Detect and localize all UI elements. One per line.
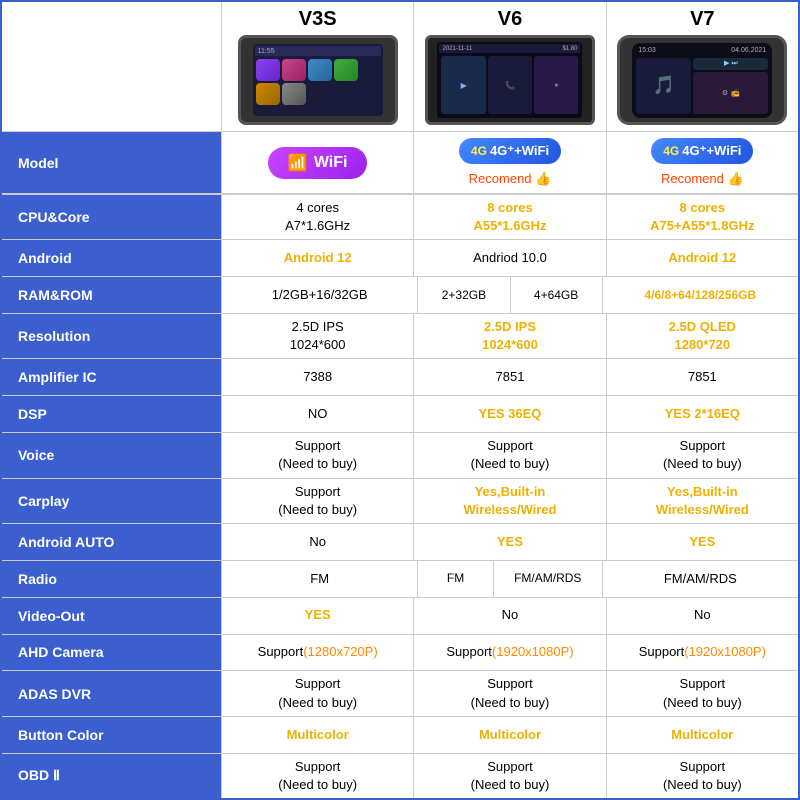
cell-amp-v6: 7851 [414, 359, 606, 395]
cell-radio-v7: FM/AM/RDS [603, 561, 798, 597]
cell-color-v7: Multicolor [607, 717, 798, 753]
cell-radio-v6: FM FM/AM/RDS [418, 561, 602, 597]
row-obd: OBD Ⅱ Support(Need to buy) Support(Need … [2, 754, 798, 798]
label-video-out: Video-Out [2, 598, 222, 634]
label-obd: OBD Ⅱ [2, 754, 222, 798]
cell-color-v6: Multicolor [414, 717, 606, 753]
wifi-icon: 📶 [288, 153, 308, 173]
cell-android-v3s: Android 12 [222, 240, 414, 276]
cell-obd-v7: Support(Need to buy) [607, 754, 798, 798]
4gwifi-badge-v6: 4G4G⁺+WiFi [459, 138, 561, 164]
cell-res-v7: 2.5D QLED1280*720 [607, 314, 798, 358]
cell-ahd-v7: Support(1920x1080P) [607, 635, 798, 671]
cell-radio-v3s: FM [222, 561, 418, 597]
cell-res-v3s: 2.5D IPS1024*600 [222, 314, 414, 358]
cell-auto-v7: YES [607, 524, 798, 560]
row-ahd: AHD Camera Support(1280x720P) Support(19… [2, 635, 798, 672]
cell-video-v3s: YES [222, 598, 414, 634]
model-cell-v6: 4G4G⁺+WiFi Recomend 👍 [414, 132, 606, 193]
label-ahd: AHD Camera [2, 635, 222, 671]
row-ram: RAM&ROM 1/2GB+16/32GB 2+32GB 4+64GB 4/6/… [2, 277, 798, 314]
cell-adas-v6: Support(Need to buy) [414, 671, 606, 715]
cell-cpu-v6: 8 coresA55*1.6GHz [414, 195, 606, 239]
row-android-auto: Android AUTO No YES YES [2, 524, 798, 561]
cell-video-v6: No [414, 598, 606, 634]
cell-color-v3s: Multicolor [222, 717, 414, 753]
cell-voice-v6: Support(Need to buy) [414, 433, 606, 477]
cell-android-v6: Andriod 10.0 [414, 240, 606, 276]
cell-carplay-v6: Yes,Built-inWireless/Wired [414, 479, 606, 523]
label-ram: RAM&ROM [2, 277, 222, 313]
model-cell-v3s: 📶 WiFi [222, 132, 414, 193]
model-cell-v7: 4G4G⁺+WiFi Recomend 👍 [607, 132, 798, 193]
cell-ram-v3s: 1/2GB+16/32GB [222, 277, 418, 313]
cell-video-v7: No [607, 598, 798, 634]
row-label-model: Model [2, 132, 222, 193]
cell-dsp-v3s: NO [222, 396, 414, 432]
label-dsp: DSP [2, 396, 222, 432]
cell-auto-v6: YES [414, 524, 606, 560]
label-adas: ADAS DVR [2, 671, 222, 715]
label-button-color: Button Color [2, 717, 222, 753]
label-cpu: CPU&Core [2, 195, 222, 239]
model-row: Model 📶 WiFi 4G4G⁺+WiFi Recomend 👍 4G4G⁺… [2, 132, 798, 194]
device-image-v7: 15:03 04.06.2021 🎵 ▶ ⏭ ⚙ [617, 35, 787, 125]
cell-adas-v3s: Support(Need to buy) [222, 671, 414, 715]
wifi-badge-v3s: 📶 WiFi [268, 147, 368, 179]
table-body: CPU&Core 4 coresA7*1.6GHz 8 coresA55*1.6… [2, 194, 798, 798]
cell-auto-v3s: No [222, 524, 414, 560]
recommend-text-v7: Recomend 👍 [661, 171, 744, 187]
cell-voice-v7: Support(Need to buy) [607, 433, 798, 477]
label-android-auto: Android AUTO [2, 524, 222, 560]
recommend-text-v6: Recomend 👍 [469, 171, 552, 187]
cell-voice-v3s: Support(Need to buy) [222, 433, 414, 477]
cell-cpu-v7: 8 coresA75+A55*1.8GHz [607, 195, 798, 239]
cell-ahd-v6: Support(1920x1080P) [414, 635, 606, 671]
cell-carplay-v7: Yes,Built-inWireless/Wired [607, 479, 798, 523]
cell-ram-v7: 4/6/8+64/128/256GB [603, 277, 798, 313]
4gwifi-badge-v7: 4G4G⁺+WiFi [651, 138, 753, 164]
row-resolution: Resolution 2.5D IPS1024*600 2.5D IPS1024… [2, 314, 798, 359]
product-title-v6: V6 [498, 8, 522, 31]
cell-cpu-v3s: 4 coresA7*1.6GHz [222, 195, 414, 239]
cell-obd-v3s: Support(Need to buy) [222, 754, 414, 798]
row-video-out: Video-Out YES No No [2, 598, 798, 635]
device-image-v3s: 11:55 [238, 35, 398, 125]
cell-dsp-v7: YES 2*16EQ [607, 396, 798, 432]
comparison-table: V3S 11:55 [0, 0, 800, 800]
row-carplay: Carplay Support(Need to buy) Yes,Built-i… [2, 479, 798, 524]
label-voice: Voice [2, 433, 222, 477]
product-header-v7: V7 15:03 04.06.2021 🎵 ▶ ⏭ [607, 2, 798, 131]
product-header-v6: V6 2021-11-11 $1.80 ▶ 📞 [414, 2, 606, 131]
row-radio: Radio FM FM FM/AM/RDS FM/AM/RDS [2, 561, 798, 598]
label-radio: Radio [2, 561, 222, 597]
row-dsp: DSP NO YES 36EQ YES 2*16EQ [2, 396, 798, 433]
cell-obd-v6: Support(Need to buy) [414, 754, 606, 798]
product-title-v7: V7 [690, 8, 714, 31]
row-cpu: CPU&Core 4 coresA7*1.6GHz 8 coresA55*1.6… [2, 195, 798, 240]
product-header-v3s: V3S 11:55 [222, 2, 414, 131]
cell-android-v7: Android 12 [607, 240, 798, 276]
label-amplifier: Amplifier IC [2, 359, 222, 395]
label-carplay: Carplay [2, 479, 222, 523]
cell-res-v6: 2.5D IPS1024*600 [414, 314, 606, 358]
cell-dsp-v6: YES 36EQ [414, 396, 606, 432]
label-resolution: Resolution [2, 314, 222, 358]
row-amplifier: Amplifier IC 7388 7851 7851 [2, 359, 798, 396]
cell-adas-v7: Support(Need to buy) [607, 671, 798, 715]
device-image-v6: 2021-11-11 $1.80 ▶ 📞 ● [425, 35, 595, 125]
row-button-color: Button Color Multicolor Multicolor Multi… [2, 717, 798, 754]
cell-ram-v6: 2+32GB 4+64GB [418, 277, 602, 313]
row-adas: ADAS DVR Support(Need to buy) Support(Ne… [2, 671, 798, 716]
cell-amp-v3s: 7388 [222, 359, 414, 395]
cell-carplay-v3s: Support(Need to buy) [222, 479, 414, 523]
cell-ahd-v3s: Support(1280x720P) [222, 635, 414, 671]
row-android: Android Android 12 Andriod 10.0 Android … [2, 240, 798, 277]
label-android: Android [2, 240, 222, 276]
product-title-v3s: V3S [299, 8, 337, 31]
cell-amp-v7: 7851 [607, 359, 798, 395]
row-voice: Voice Support(Need to buy) Support(Need … [2, 433, 798, 478]
